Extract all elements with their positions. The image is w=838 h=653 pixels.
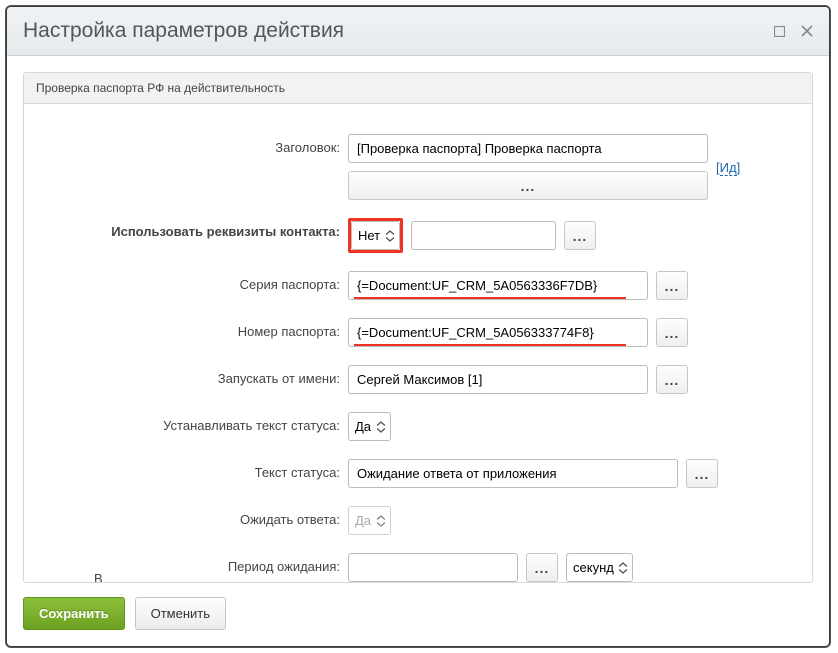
status-text-control: ... [348,459,788,488]
row-passport-series: Серия паспорта: ... [48,271,788,300]
window-controls [773,25,813,38]
passport-series-control: ... [348,271,788,300]
id-bracket-close: ] [737,160,741,175]
wait-period-label: Период ожидания: [48,553,348,574]
dialog-header: Настройка параметров действия [7,7,829,56]
run-as-label: Запускать от имени: [48,365,348,386]
wait-period-input[interactable] [348,553,518,582]
dialog-body: Проверка паспорта РФ на действительность… [7,56,829,583]
use-contact-select[interactable]: Нет [351,221,400,250]
passport-number-label: Номер паспорта: [48,318,348,339]
status-text-input[interactable] [348,459,678,488]
row-heading: Заголовок: ... [Ид] [48,134,788,200]
maximize-icon[interactable] [773,25,786,38]
wait-reply-label: Ожидать ответа: [48,506,348,527]
wait-period-control: ... секунд [348,553,788,582]
passport-number-control: ... [348,318,788,347]
id-link[interactable]: Ид [720,160,737,176]
form-section: Проверка паспорта РФ на действительность… [23,72,813,583]
use-contact-label: Использовать реквизиты контакта: [48,218,348,239]
dialog-window: Настройка параметров действия Проверка п… [6,6,830,647]
wait-reply-select: Да [348,506,391,535]
cancel-button[interactable]: Отменить [135,597,226,630]
passport-series-input[interactable] [348,271,648,300]
run-as-dots-button[interactable]: ... [656,365,688,394]
row-set-status: Устанавливать текст статуса: Да [48,412,788,441]
passport-number-input[interactable] [348,318,648,347]
row-wait-period: Период ожидания: ... секунд [48,553,788,582]
heading-label: Заголовок: [48,134,348,155]
use-contact-dots-button[interactable]: ... [564,221,596,250]
wait-period-dots-button[interactable]: ... [526,553,558,582]
status-text-dots-button[interactable]: ... [686,459,718,488]
use-contact-input[interactable] [411,221,556,250]
wait-reply-control: Да [348,506,788,535]
set-status-control: Да [348,412,788,441]
run-as-input[interactable] [348,365,648,394]
dialog-title: Настройка параметров действия [23,19,344,43]
row-status-text: Текст статуса: ... [48,459,788,488]
wait-period-unit-select[interactable]: секунд [566,553,633,582]
status-text-label: Текст статуса: [48,459,348,480]
red-underline-number [354,344,626,346]
use-contact-control: Нет ... [348,218,788,253]
row-passport-number: Номер паспорта: ... [48,318,788,347]
dialog-footer: Сохранить Отменить [7,583,829,646]
row-run-as: Запускать от имени: ... [48,365,788,394]
passport-series-dots-button[interactable]: ... [656,271,688,300]
row-wait-reply: Ожидать ответа: Да [48,506,788,535]
section-body: Заголовок: ... [Ид] Использовать реквизи… [24,104,812,582]
truncated-row-fragment: В [94,571,103,582]
passport-number-dots-button[interactable]: ... [656,318,688,347]
save-button[interactable]: Сохранить [23,597,125,630]
set-status-select[interactable]: Да [348,412,391,441]
highlight-red-box: Нет [348,218,403,253]
heading-input[interactable] [348,134,708,163]
section-title: Проверка паспорта РФ на действительность [24,73,812,104]
close-icon[interactable] [800,25,813,38]
heading-control: ... [Ид] [348,134,788,200]
passport-series-label: Серия паспорта: [48,271,348,292]
row-use-contact: Использовать реквизиты контакта: Нет ... [48,218,788,253]
id-link-wrapper[interactable]: [Ид] [716,160,740,175]
heading-dots-button[interactable]: ... [348,171,708,200]
run-as-control: ... [348,365,788,394]
red-underline-series [354,297,626,299]
set-status-label: Устанавливать текст статуса: [48,412,348,433]
